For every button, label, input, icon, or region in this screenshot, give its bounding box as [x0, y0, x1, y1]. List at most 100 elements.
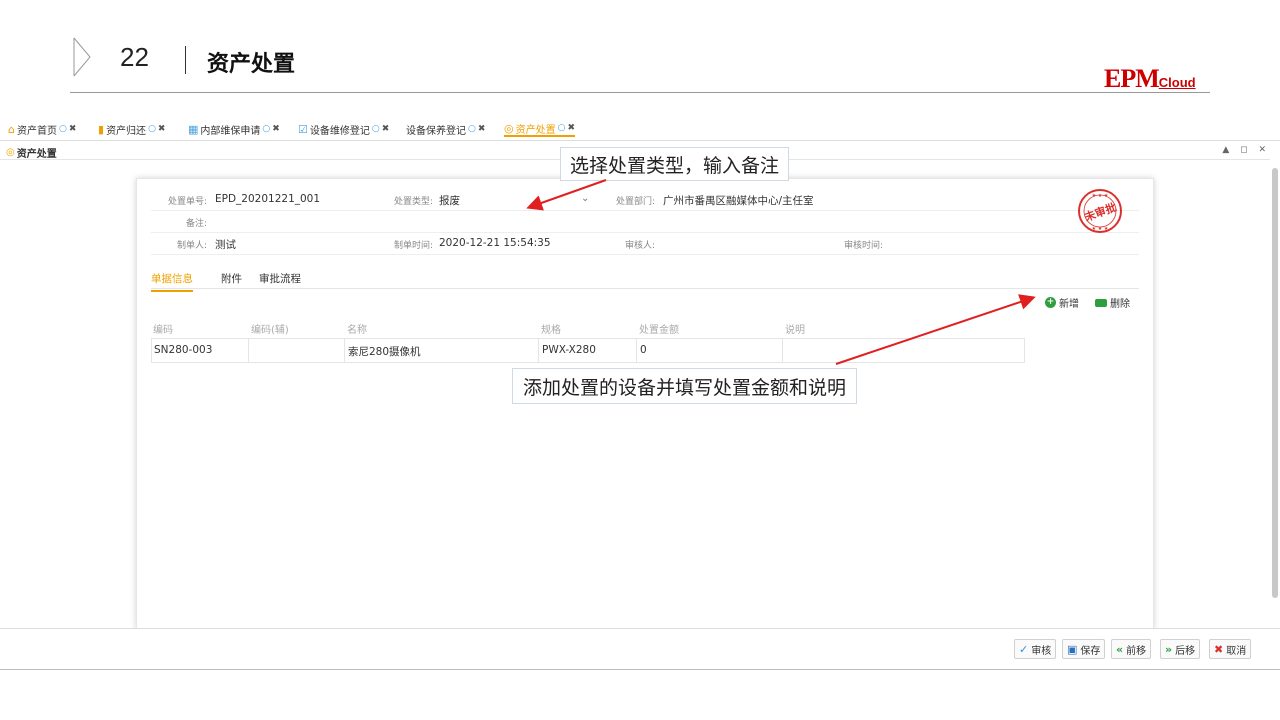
chevron-right-icon: [73, 37, 91, 77]
cell-amount[interactable]: 0: [640, 344, 647, 356]
next-label: 后移: [1175, 645, 1196, 657]
action-bar: ✓ 审核 ▣ 保存 « 前移 » 后移 ✖ 取消: [0, 628, 1280, 670]
slide-header: 22 资产处置 EPMCloud: [0, 0, 1280, 100]
header-divider: [185, 46, 186, 74]
prev-label: 前移: [1126, 645, 1147, 657]
column-header[interactable]: 处置金额: [639, 321, 679, 336]
slide-title: 资产处置: [207, 52, 296, 77]
brand-logo: EPMCloud: [1104, 64, 1196, 93]
type-label: 处置类型:: [393, 197, 433, 207]
logo-sub: Cloud: [1158, 75, 1196, 90]
dispose-icon: ◎: [6, 147, 15, 158]
unapproved-stamp: 未审批 ★ ★ ★ ★ ★ ★: [1078, 189, 1122, 233]
doc-no-field[interactable]: EPD_20201221_001: [215, 193, 320, 205]
cell-divider: [248, 339, 249, 363]
check-circle-icon: ✓: [1019, 642, 1029, 656]
creator-field: 测试: [215, 239, 236, 251]
save-button[interactable]: ▣ 保存: [1062, 639, 1106, 659]
tab-bar: ⌂ 资产首页 ○ ✖ ▮ 资产归还 ○ ✖ ▦ 内部维保申请 ○ ✖ ☑ 设备维修登记…: [0, 118, 1280, 140]
grid-header: 编码 编码(辅) 名称 规格 处置金额 说明: [151, 315, 1025, 339]
created-time-label: 制单时间:: [393, 241, 433, 251]
tab-internal-maintenance[interactable]: ▦ 内部维保申请 ○ ✖: [188, 121, 280, 137]
save-icon: ▣: [1067, 642, 1078, 656]
close-icon[interactable]: ✖: [382, 124, 390, 134]
cancel-label: 取消: [1226, 645, 1247, 657]
close-icon[interactable]: ✖: [567, 123, 575, 133]
header-rule: [70, 92, 1210, 93]
cell-code: SN280-003: [154, 344, 213, 356]
created-time-field: 2020-12-21 15:54:35: [439, 237, 551, 249]
creator-label: 制单人:: [176, 241, 207, 251]
tab-label: 资产归还: [106, 125, 147, 137]
home-icon: ⌂: [8, 122, 15, 136]
column-header[interactable]: 规格: [541, 321, 561, 336]
tab-label: 设备维修登记: [309, 125, 370, 137]
refresh-icon[interactable]: ○: [148, 124, 156, 134]
panel-title: ◎ 资产处置: [6, 145, 57, 160]
next-button[interactable]: » 后移: [1160, 639, 1201, 659]
logo-main: EPM: [1104, 64, 1160, 93]
plus-icon: +: [1045, 297, 1056, 308]
vertical-scrollbar[interactable]: [1272, 168, 1278, 598]
return-icon: ▮: [98, 122, 105, 136]
cell-divider: [636, 339, 637, 363]
refresh-icon[interactable]: ○: [262, 124, 270, 134]
cell-spec: PWX-X280: [542, 344, 596, 356]
tab-label: 资产处置: [515, 124, 556, 136]
add-button[interactable]: + 新增: [1045, 295, 1079, 310]
stamp-stars: ★ ★ ★: [1092, 226, 1109, 232]
slide-number: 22: [120, 42, 149, 72]
tab-asset-disposal[interactable]: ◎ 资产处置 ○ ✖: [504, 121, 576, 137]
cell-name: 索尼280摄像机: [348, 346, 421, 358]
close-icon[interactable]: ✖: [69, 124, 77, 134]
cell-divider: [782, 339, 783, 363]
column-header[interactable]: 编码(辅): [251, 321, 289, 336]
tab-doc-info[interactable]: 单据信息: [151, 271, 193, 292]
tab-asset-return[interactable]: ▮ 资产归还 ○ ✖: [98, 121, 165, 137]
delete-label: 删除: [1110, 299, 1130, 310]
tab-approval-flow[interactable]: 审批流程: [259, 271, 301, 286]
tab-asset-home[interactable]: ⌂ 资产首页 ○ ✖: [8, 121, 76, 137]
tab-label: 设备保养登记: [406, 125, 466, 137]
prev-button[interactable]: « 前移: [1111, 639, 1152, 659]
type-select[interactable]: 报废: [439, 193, 460, 208]
subtab-bar: 单据信息 附件 审批流程: [151, 267, 1139, 292]
stamp-stars: ★ ★ ★: [1092, 193, 1109, 199]
tab-upkeep-register[interactable]: 设备保养登记 ○ ✖: [406, 121, 485, 137]
doc-no-label: 处置单号:: [167, 197, 207, 207]
refresh-icon[interactable]: ○: [59, 124, 67, 134]
tab-attachments[interactable]: 附件: [221, 271, 242, 286]
cancel-button[interactable]: ✖ 取消: [1209, 639, 1252, 659]
column-header[interactable]: 编码: [153, 321, 173, 336]
save-label: 保存: [1080, 645, 1101, 657]
callout-add-items: 添加处置的设备并填写处置金额和说明: [512, 368, 858, 404]
column-header[interactable]: 名称: [347, 321, 367, 336]
refresh-icon[interactable]: ○: [468, 124, 476, 134]
dept-field[interactable]: 广州市番禺区融媒体中心/主任室: [663, 193, 814, 208]
close-icon[interactable]: ✖: [272, 124, 280, 134]
chevron-down-icon[interactable]: ⌄: [581, 193, 589, 204]
column-header[interactable]: 说明: [785, 321, 805, 336]
tab-repair-register[interactable]: ☑ 设备维修登记 ○ ✖: [298, 121, 389, 137]
disposal-form: 处置单号: EPD_20201221_001 处置类型: 报废 ⌄ 处置部门: …: [136, 178, 1154, 630]
tab-label: 内部维保申请: [200, 125, 261, 137]
tab-label: 资产首页: [16, 125, 57, 137]
table-row[interactable]: SN280-003 索尼280摄像机 PWX-X280 0: [151, 339, 1025, 363]
refresh-icon[interactable]: ○: [372, 124, 380, 134]
close-icon[interactable]: ✖: [478, 124, 486, 134]
audit-label: 审核: [1031, 645, 1052, 657]
add-label: 新增: [1059, 299, 1079, 310]
close-icon[interactable]: ✖: [158, 124, 166, 134]
grid-toolbar: + 新增 删除: [151, 291, 1139, 315]
minus-icon: [1095, 298, 1107, 307]
window-controls[interactable]: ▲ ◻ ✕: [1222, 145, 1270, 155]
refresh-icon[interactable]: ○: [558, 123, 566, 133]
cancel-icon: ✖: [1214, 642, 1224, 656]
edit-icon: ☑: [298, 122, 308, 136]
audit-button[interactable]: ✓ 审核: [1014, 639, 1057, 659]
items-grid: 编码 编码(辅) 名称 规格 处置金额 说明 SN280-003 索尼280摄像…: [151, 315, 1025, 363]
tab-divider: [0, 140, 1280, 141]
delete-button[interactable]: 删除: [1095, 295, 1130, 310]
dispose-icon: ◎: [504, 121, 514, 135]
callout-select-type: 选择处置类型，输入备注: [560, 147, 790, 181]
